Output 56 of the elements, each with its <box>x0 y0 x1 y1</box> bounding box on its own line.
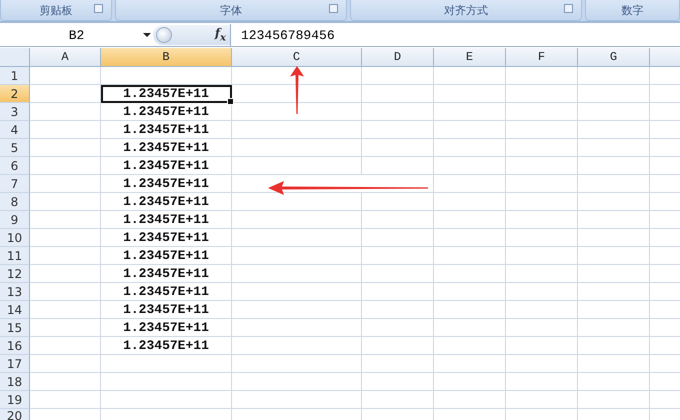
table-cell[interactable]: 1.23457E+11 <box>101 337 232 355</box>
column-header[interactable]: B <box>101 48 232 67</box>
table-cell[interactable]: 1.23457E+11 <box>101 247 232 265</box>
select-all-corner[interactable] <box>0 48 30 67</box>
row-header[interactable]: 8 <box>0 193 30 211</box>
row-header[interactable]: 10 <box>0 229 30 247</box>
column-header[interactable]: A <box>30 48 101 67</box>
row-header[interactable]: 12 <box>0 265 30 283</box>
dialog-launcher-icon[interactable] <box>329 4 338 13</box>
table-cell[interactable]: 1.23457E+11 <box>101 193 232 211</box>
row-header[interactable]: 6 <box>0 157 30 175</box>
row-header[interactable]: 16 <box>0 337 30 355</box>
table-cell[interactable]: 1.23457E+11 <box>101 121 232 139</box>
arrow <box>290 66 304 114</box>
column-header[interactable]: G <box>578 48 650 67</box>
cell-reference: B2 <box>68 28 84 42</box>
dialog-launcher-icon[interactable] <box>94 4 103 13</box>
table-cell[interactable]: 1.23457E+11 <box>101 283 232 301</box>
group-label: 数字 <box>622 2 644 18</box>
row-header[interactable]: 14 <box>0 301 30 319</box>
table-cell[interactable]: 1.23457E+11 <box>101 319 232 337</box>
formula-field[interactable]: 123456789456 <box>230 24 680 46</box>
table-cell[interactable]: 1.23457E+11 <box>101 301 232 319</box>
fill-handle[interactable] <box>227 98 234 105</box>
column-header[interactable]: D <box>362 48 434 67</box>
row-header[interactable]: 11 <box>0 247 30 265</box>
column-header[interactable]: E <box>434 48 506 67</box>
column-header[interactable]: F <box>506 48 578 67</box>
splitter-handle[interactable] <box>156 27 172 43</box>
row-header[interactable]: 5 <box>0 139 30 157</box>
table-cell[interactable]: 1.23457E+11 <box>101 175 232 193</box>
group-label: 剪贴板 <box>40 2 72 18</box>
group-label: 字体 <box>220 2 242 18</box>
dialog-launcher-icon[interactable] <box>564 4 573 13</box>
row-header[interactable]: 2 <box>0 85 30 103</box>
row-header[interactable]: 1 <box>0 67 30 85</box>
insert-function-button[interactable]: f$_{x}$ <box>214 26 226 44</box>
group-label: 对齐方式 <box>444 2 488 18</box>
row-header[interactable]: 15 <box>0 319 30 337</box>
table-cell[interactable]: 1.23457E+11 <box>101 139 232 157</box>
table-cell[interactable]: 1.23457E+11 <box>101 265 232 283</box>
row-header[interactable]: 4 <box>0 121 30 139</box>
row-header[interactable]: 3 <box>0 103 30 121</box>
table-cell[interactable]: 1.23457E+11 <box>101 211 232 229</box>
row-header[interactable]: 17 <box>0 355 30 373</box>
row-header[interactable]: 13 <box>0 283 30 301</box>
column-header[interactable]: C <box>232 48 362 67</box>
table-cell[interactable]: 1.23457E+11 <box>101 85 232 103</box>
table-cell[interactable]: 1.23457E+11 <box>101 229 232 247</box>
table-cell[interactable]: 1.23457E+11 <box>101 103 232 121</box>
row-header[interactable]: 7 <box>0 175 30 193</box>
row-header[interactable]: 18 <box>0 373 30 391</box>
row-header[interactable]: 20 <box>0 409 30 420</box>
row-header[interactable]: 19 <box>0 391 30 409</box>
table-cell[interactable]: 1.23457E+11 <box>101 157 232 175</box>
row-header[interactable]: 9 <box>0 211 30 229</box>
